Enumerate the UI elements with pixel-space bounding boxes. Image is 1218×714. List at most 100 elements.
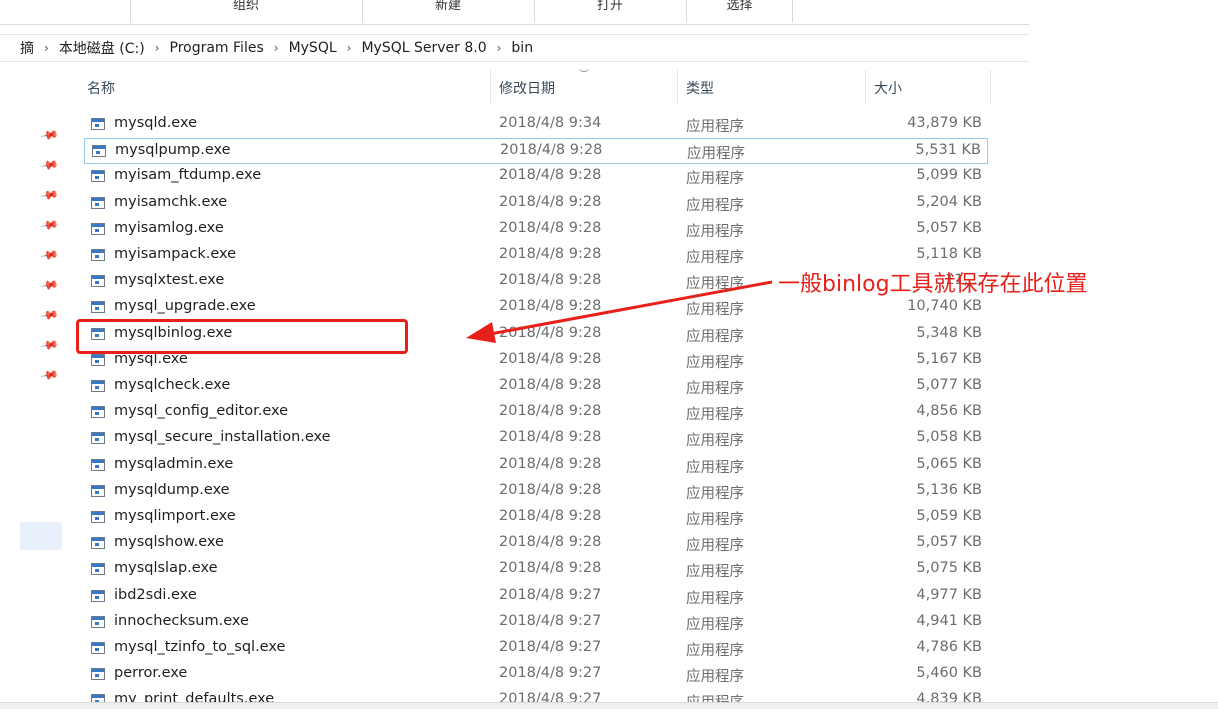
file-row[interactable]: myisam_ftdump.exe 2018/4/8 9:28 应用程序 5,099 …: [84, 164, 988, 190]
pin-icon[interactable]: 📌: [39, 125, 59, 145]
exe-file-icon: [91, 563, 105, 576]
file-date: 2018/4/8 9:28: [500, 142, 603, 159]
column-header-size[interactable]: 大小: [874, 72, 984, 104]
file-name: mysqlslap.exe: [114, 560, 218, 577]
file-size: 4,941 KB: [916, 612, 982, 629]
column-header-type[interactable]: 类型: [686, 72, 861, 104]
breadcrumb-item[interactable]: Program Files: [170, 40, 264, 56]
chevron-right-icon[interactable]: ›: [347, 41, 352, 55]
file-row[interactable]: myisamchk.exe 2018/4/8 9:28 应用程序 5,204 KB: [84, 191, 988, 217]
file-name: mysql_config_editor.exe: [114, 403, 289, 420]
file-name: mysqlshow.exe: [114, 534, 224, 551]
file-size: 5,348 KB: [916, 324, 982, 341]
file-type: 应用程序: [686, 433, 744, 450]
file-row[interactable]: mysqlpump.exe 2018/4/8 9:28 应用程序 5,531 KB: [84, 138, 988, 165]
ribbon-group-label: 选择: [726, 0, 753, 13]
navigation-pane-selected-item[interactable]: [20, 522, 62, 550]
file-type: 应用程序: [686, 328, 744, 345]
ribbon-separator: [792, 0, 793, 22]
file-type: 应用程序: [686, 354, 744, 371]
chevron-right-icon[interactable]: ›: [497, 41, 502, 55]
file-date: 2018/4/8 9:28: [499, 455, 602, 472]
file-date: 2018/4/8 9:28: [499, 298, 602, 315]
chevron-right-icon[interactable]: ›: [44, 41, 49, 55]
column-header-label: 类型: [686, 81, 714, 97]
file-row[interactable]: mysqldump.exe 2018/4/8 9:28 应用程序 5,136 KB: [84, 479, 988, 505]
breadcrumb-item[interactable]: 摘: [20, 38, 34, 58]
file-size: 5,057 KB: [916, 219, 982, 236]
column-separator[interactable]: [990, 70, 991, 104]
file-type: 应用程序: [686, 302, 744, 319]
file-name: mysqlxtest.exe: [114, 272, 225, 289]
file-row[interactable]: mysql_upgrade.exe 2018/4/8 9:28 应用程序 10,740…: [84, 295, 988, 321]
file-row[interactable]: mysqlimport.exe 2018/4/8 9:28 应用程序 5,059 KB: [84, 505, 988, 531]
breadcrumb-item[interactable]: MySQL: [289, 40, 337, 56]
ribbon-group-label: 组织: [232, 0, 259, 13]
file-size: 5,204 KB: [916, 193, 982, 210]
file-type: 应用程序: [686, 459, 744, 476]
file-row[interactable]: innochecksum.exe 2018/4/8 9:27 应用程序 4,941 K…: [84, 610, 988, 636]
file-type: 应用程序: [686, 485, 744, 502]
column-header-date[interactable]: 修改日期: [499, 72, 674, 104]
ribbon-group-organize[interactable]: 组织: [131, 0, 361, 24]
file-row[interactable]: mysqlshow.exe 2018/4/8 9:28 应用程序 5,057 KB: [84, 531, 988, 557]
breadcrumb-item[interactable]: 本地磁盘 (C:): [59, 38, 145, 58]
exe-file-icon: [91, 275, 105, 288]
file-row[interactable]: mysqlcheck.exe 2018/4/8 9:28 应用程序 5,077 KB: [84, 374, 988, 400]
chevron-right-icon[interactable]: ›: [155, 41, 160, 55]
file-date: 2018/4/8 9:28: [499, 429, 602, 446]
file-name: mysql_tzinfo_to_sql.exe: [114, 639, 286, 655]
file-date: 2018/4/8 9:28: [499, 324, 602, 341]
file-name: myisamchk.exe: [114, 193, 228, 210]
file-name: innochecksum.exe: [114, 612, 249, 629]
exe-file-icon: [91, 249, 105, 261]
file-type: 应用程序: [686, 276, 744, 293]
exe-file-icon: [91, 615, 105, 628]
file-date: 2018/4/8 9:28: [499, 219, 602, 236]
exe-file-icon: [91, 353, 105, 366]
ribbon-group-open[interactable]: 打开: [535, 0, 685, 24]
file-size: 5,075 KB: [916, 560, 982, 577]
file-date: 2018/4/8 9:28: [499, 167, 602, 184]
file-size: 5,167 KB: [916, 350, 982, 367]
exe-file-icon: [91, 118, 105, 130]
file-size: 4,786 KB: [916, 639, 982, 655]
file-date: 2018/4/8 9:28: [499, 508, 602, 524]
column-separator[interactable]: [490, 70, 491, 104]
file-type: 应用程序: [686, 119, 744, 135]
file-date: 2018/4/8 9:28: [499, 193, 602, 210]
exe-file-icon: [91, 406, 105, 419]
file-name: mysqlpump.exe: [115, 142, 231, 159]
file-row[interactable]: ibd2sdi.exe 2018/4/8 9:27 应用程序 4,977 KB: [84, 584, 988, 610]
breadcrumb-item[interactable]: bin: [511, 40, 533, 56]
file-row[interactable]: mysql_config_editor.exe 2018/4/8 9:28 应用程序…: [84, 400, 988, 426]
exe-file-icon: [91, 196, 105, 209]
file-size: 5,058 KB: [916, 429, 982, 446]
file-row[interactable]: perror.exe 2018/4/8 9:27 应用程序 5,460 KB: [84, 662, 988, 688]
breadcrumb-item[interactable]: MySQL Server 8.0: [361, 40, 486, 56]
exe-file-icon: [91, 380, 105, 392]
file-type: 应用程序: [686, 564, 744, 581]
chevron-right-icon[interactable]: ›: [274, 41, 279, 55]
file-size: 5,136 KB: [916, 481, 982, 498]
column-separator[interactable]: [865, 70, 866, 104]
column-separator[interactable]: [677, 70, 678, 104]
file-size: 5,460 KB: [916, 665, 982, 682]
ribbon: 组织 新建 打开 选择: [0, 0, 1029, 25]
file-size: 5,065 KB: [916, 455, 982, 472]
ribbon-group-select[interactable]: 选择: [687, 0, 792, 24]
file-row[interactable]: mysqlslap.exe 2018/4/8 9:28 应用程序 5,075 KB: [84, 557, 988, 583]
file-type: 应用程序: [686, 171, 744, 188]
file-row[interactable]: mysql_tzinfo_to_sql.exe 2018/4/8 9:27 应用程序…: [84, 636, 988, 662]
file-name: mysqladmin.exe: [114, 455, 234, 472]
ribbon-group-new[interactable]: 新建: [363, 0, 533, 24]
file-row[interactable]: mysql_secure_installation.exe 2018/4/8 9:…: [84, 426, 988, 452]
exe-file-icon: [91, 458, 105, 471]
column-header-label: 名称: [87, 81, 115, 97]
file-name: mysqlimport.exe: [114, 508, 236, 524]
column-header-name[interactable]: 名称: [87, 72, 487, 104]
file-row[interactable]: mysqld.exe 2018/4/8 9:34 应用程序 43,879 KB: [84, 112, 988, 138]
file-row[interactable]: mysqladmin.exe 2018/4/8 9:28 应用程序 5,065 KB: [84, 453, 988, 479]
file-row[interactable]: myisamlog.exe 2018/4/8 9:28 应用程序 5,057 KB: [84, 217, 988, 243]
column-header-label: 大小: [874, 81, 902, 97]
